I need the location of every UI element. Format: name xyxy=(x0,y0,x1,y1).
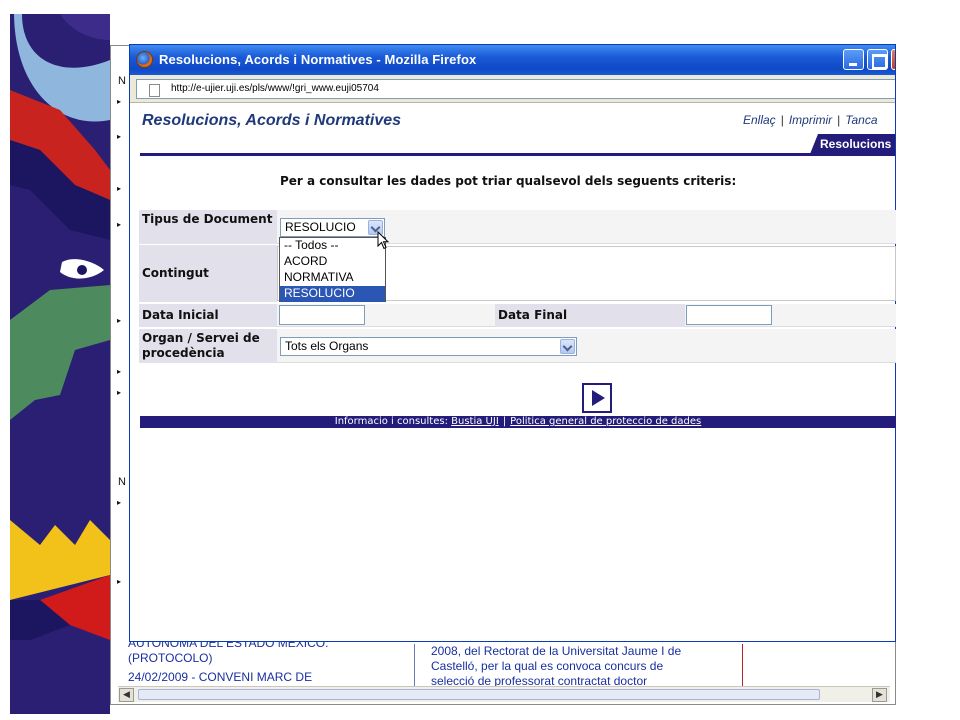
bullet-icon: ▸ xyxy=(117,498,122,507)
list-item[interactable]: 24/02/2009 - CONVENI MARC DE xyxy=(128,670,418,685)
top-links: Enllaç | Imprimir | Tanca xyxy=(743,113,878,127)
document-type-dropdown-list: -- Todos -- ACORD NORMATIVA RESOLUCIO xyxy=(279,237,386,302)
horizontal-scrollbar[interactable]: ◀ ▶ xyxy=(118,686,890,702)
firefox-icon xyxy=(136,51,153,68)
background-stub-letter: N xyxy=(118,476,126,488)
list-item[interactable]: Castelló, per la qual es convoca concurs… xyxy=(431,659,744,674)
footer-link-bustia[interactable]: Bustia UJI xyxy=(451,416,499,427)
bullet-icon: ▸ xyxy=(117,316,122,325)
header-divider xyxy=(140,153,895,156)
url-field[interactable]: http://e-ujier.uji.es/pls/www/!gri_www.e… xyxy=(136,79,895,99)
link-separator: | xyxy=(780,113,784,127)
window-title: Resolucions, Acords i Normatives - Mozil… xyxy=(159,52,477,67)
dropdown-option-todos[interactable]: -- Todos -- xyxy=(280,238,385,254)
document-type-value: RESOLUCIO xyxy=(285,220,356,234)
label-document-type: Tipus de Document xyxy=(139,210,277,244)
scroll-left-icon[interactable]: ◀ xyxy=(119,688,134,702)
background-stub-letter: N xyxy=(118,75,126,87)
list-item[interactable]: (PROTOCOLO) xyxy=(128,651,418,666)
link-tanca[interactable]: Tanca xyxy=(845,113,877,127)
minimize-button[interactable] xyxy=(843,49,864,70)
footer-link-privacy[interactable]: Politica general de proteccio de dades xyxy=(510,416,701,427)
dropdown-option-acord[interactable]: ACORD xyxy=(280,254,385,270)
background-right-column: 2008, del Rectorat de la Universitat Jau… xyxy=(414,644,744,689)
dropdown-option-resolucio[interactable]: RESOLUCIO xyxy=(280,286,385,302)
link-imprimir[interactable]: Imprimir xyxy=(789,113,832,127)
address-bar: http://e-ujier.uji.es/pls/www/!gri_www.e… xyxy=(130,75,895,103)
dropdown-option-normativa[interactable]: NORMATIVA xyxy=(280,270,385,286)
end-date-input[interactable] xyxy=(686,305,772,325)
background-content-table: AUTONOMA DEL ESTADO MEXICO. (PROTOCOLO) … xyxy=(118,640,896,690)
label-end-date: Data Final xyxy=(495,304,685,327)
url-text: http://e-ujier.uji.es/pls/www/!gri_www.e… xyxy=(171,83,379,94)
bullet-icon: ▸ xyxy=(117,132,122,141)
label-content: Contingut xyxy=(139,245,277,302)
footer-separator: | xyxy=(502,416,507,427)
chevron-down-icon[interactable] xyxy=(560,339,575,354)
label-start-date: Data Inicial xyxy=(139,304,277,327)
footer-prefix: Informacio i consultes: xyxy=(334,416,448,427)
bullet-icon: ▸ xyxy=(117,220,122,229)
bullet-icon: ▸ xyxy=(117,97,122,106)
close-button[interactable] xyxy=(891,49,895,70)
page-title: Resolucions, Acords i Normatives xyxy=(142,112,402,129)
bullet-icon: ▸ xyxy=(117,388,122,397)
bullet-icon: ▸ xyxy=(117,577,122,586)
footer-bar: Informacio i consultes: Bustia UJI | Polit… xyxy=(140,416,896,428)
scroll-right-icon[interactable]: ▶ xyxy=(872,688,887,702)
organ-select[interactable]: Tots els Organs xyxy=(280,337,577,356)
tab-resolucions[interactable]: Resolucions xyxy=(810,134,895,154)
divider xyxy=(742,644,743,690)
organ-value: Tots els Organs xyxy=(285,339,369,353)
submit-button[interactable] xyxy=(582,383,612,413)
link-enllac[interactable]: Enllaç xyxy=(743,113,776,127)
label-organ: Organ / Servei de procedència xyxy=(139,329,277,363)
bullet-icon: ▸ xyxy=(117,367,122,376)
mouse-cursor-icon xyxy=(377,231,390,250)
bullet-icon: ▸ xyxy=(117,184,122,193)
window-titlebar[interactable]: Resolucions, Acords i Normatives - Mozil… xyxy=(130,45,895,75)
decorative-artwork xyxy=(10,14,110,714)
scrollbar-thumb[interactable] xyxy=(138,689,820,700)
start-date-input[interactable] xyxy=(279,305,365,325)
list-item[interactable]: 2008, del Rectorat de la Universitat Jau… xyxy=(431,644,744,659)
maximize-button[interactable] xyxy=(867,49,888,70)
page-icon xyxy=(149,84,160,97)
instructions-text: Per a consultar les dades pot triar qual… xyxy=(280,174,737,188)
document-type-select[interactable]: RESOLUCIO xyxy=(280,218,385,237)
background-left-column: AUTONOMA DEL ESTADO MEXICO. (PROTOCOLO) … xyxy=(128,640,418,685)
link-separator: | xyxy=(837,113,841,127)
